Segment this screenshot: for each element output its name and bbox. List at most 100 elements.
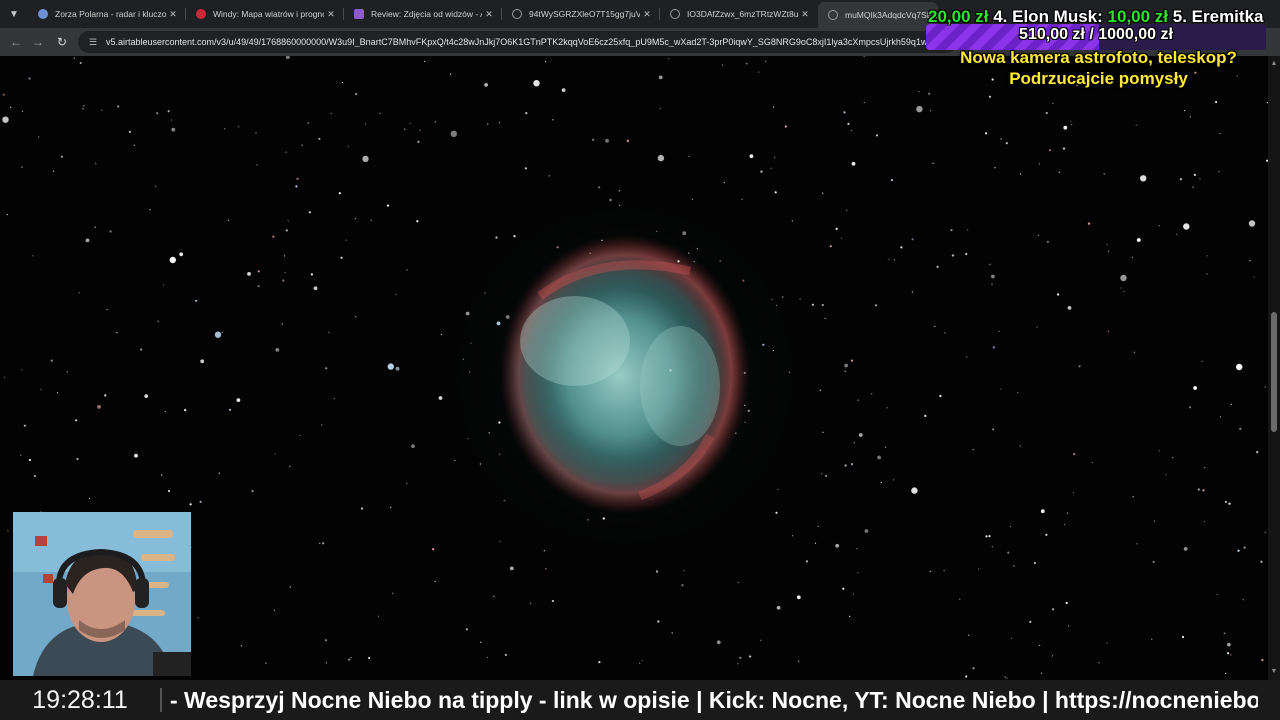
close-icon[interactable]: ✕	[640, 9, 654, 20]
star	[1073, 453, 1076, 456]
star	[274, 609, 276, 611]
donor-4-amount: 10,00 zł	[1107, 7, 1169, 26]
star	[1140, 175, 1147, 182]
star	[21, 369, 23, 371]
star	[395, 294, 397, 296]
star	[434, 121, 436, 123]
star	[887, 258, 890, 260]
star	[1227, 642, 1231, 647]
star	[496, 321, 501, 326]
star	[214, 331, 222, 338]
tune-icon[interactable]: ☰	[86, 35, 100, 49]
star	[424, 60, 426, 62]
star	[238, 126, 240, 128]
star	[469, 371, 471, 373]
star	[1219, 416, 1222, 418]
star	[23, 424, 26, 427]
star	[301, 144, 303, 146]
star	[985, 535, 988, 538]
arrow-left-icon[interactable]: ←	[6, 32, 26, 52]
star	[1006, 677, 1008, 679]
star	[1183, 223, 1190, 230]
star	[450, 73, 452, 75]
chevron-down-icon[interactable]: ▼	[4, 4, 24, 24]
browser-tab-5[interactable]: IO3DAfZzwx_6mzTRtzWZt8uTj ✕	[660, 3, 816, 25]
close-icon[interactable]: ✕	[324, 9, 338, 20]
star	[821, 303, 824, 307]
star	[992, 428, 995, 431]
scroll-down-icon[interactable]: ▼	[1270, 668, 1278, 676]
arrow-right-icon[interactable]: →	[28, 32, 48, 52]
star	[791, 220, 794, 222]
star	[959, 598, 961, 600]
star	[776, 605, 781, 610]
star	[1132, 496, 1134, 498]
star	[325, 662, 327, 664]
browser-tab-1[interactable]: Zorza Polarna - radar i kluczowe ✕	[28, 3, 184, 25]
browser-tab-4[interactable]: 94tWySGRZXleO7T15gg7juVm ✕	[502, 3, 658, 25]
star	[513, 235, 516, 238]
star	[928, 92, 931, 95]
star	[1256, 451, 1259, 454]
reload-icon[interactable]: ↻	[52, 32, 72, 52]
star	[240, 645, 243, 647]
star	[911, 238, 914, 241]
star	[321, 424, 323, 426]
star	[842, 587, 845, 590]
star	[1098, 662, 1100, 664]
star	[392, 592, 394, 594]
star	[66, 371, 68, 373]
star	[880, 481, 882, 484]
star	[133, 144, 135, 146]
star	[843, 111, 846, 114]
star	[274, 453, 276, 455]
bottom-ticker-bar: 19:28:11 - Wesprzyj Nocne Niebo na tippl…	[0, 680, 1280, 720]
star	[892, 479, 895, 481]
star	[1037, 234, 1039, 236]
star	[1045, 533, 1048, 536]
close-icon[interactable]: ✕	[166, 9, 180, 20]
star	[1045, 111, 1048, 115]
star	[688, 252, 690, 254]
star	[1051, 655, 1053, 657]
star	[1227, 652, 1230, 655]
star	[988, 95, 992, 98]
star	[775, 304, 778, 306]
star	[1072, 492, 1075, 494]
vertical-scrollbar[interactable]: ▲ ▼	[1268, 56, 1280, 680]
star	[333, 398, 335, 400]
star	[602, 517, 605, 520]
star	[719, 260, 721, 262]
star	[998, 330, 1000, 332]
star	[989, 263, 991, 265]
star	[1040, 509, 1045, 514]
star	[967, 229, 969, 231]
star	[1039, 644, 1041, 647]
star	[991, 546, 994, 548]
scroll-up-icon[interactable]: ▲	[1270, 60, 1278, 68]
star	[1005, 142, 1008, 145]
star	[524, 167, 528, 170]
star	[284, 271, 286, 274]
star	[486, 656, 489, 658]
browser-tab-6-active[interactable]: muMQIk3AdqdcVq7SED7i	[818, 2, 938, 28]
star	[1063, 125, 1068, 130]
star	[462, 358, 464, 360]
star	[1219, 133, 1221, 135]
close-icon[interactable]: ✕	[798, 9, 812, 20]
star	[1010, 525, 1012, 528]
star	[1064, 523, 1066, 525]
star	[7, 530, 9, 532]
star	[1066, 512, 1069, 514]
star	[972, 667, 975, 670]
star	[1058, 171, 1060, 173]
browser-tab-3[interactable]: Review: Zdjęcia od widzów - Ai ✕	[344, 3, 500, 25]
star	[106, 308, 108, 311]
star	[1010, 637, 1013, 639]
address-bar[interactable]: ☰ v5.airtableusercontent.com/v3/u/49/49/…	[78, 31, 958, 53]
scrollbar-thumb[interactable]	[1271, 312, 1277, 432]
close-icon[interactable]: ✕	[482, 9, 496, 20]
star	[171, 127, 176, 132]
browser-tab-2[interactable]: Windy: Mapa wiatrów i prognoz ✕	[186, 3, 342, 25]
star	[760, 170, 763, 173]
